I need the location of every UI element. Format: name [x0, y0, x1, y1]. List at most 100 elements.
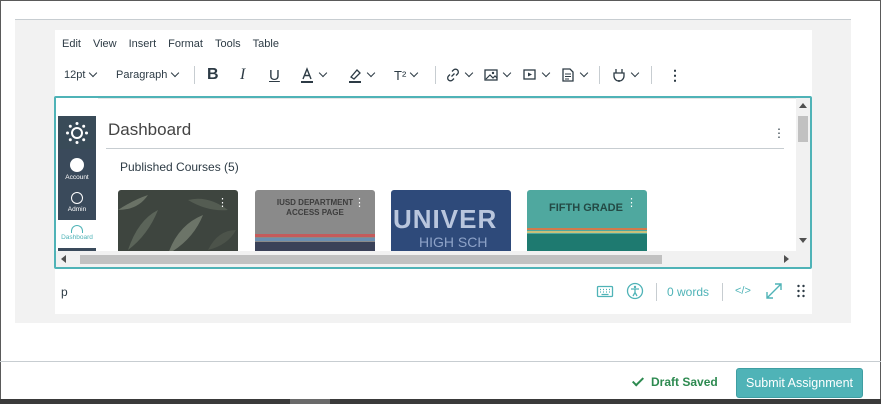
vertical-scroll-thumb[interactable] — [798, 116, 808, 142]
keyboard-icon — [596, 285, 614, 298]
accessibility-icon — [626, 282, 644, 300]
menu-edit[interactable]: Edit — [62, 37, 81, 53]
html-editor-toggle[interactable]: </> — [735, 285, 751, 297]
embedded-dashboard-title: Dashboard — [108, 120, 192, 139]
embedded-dashboard-kebab-icon: ⋮ — [773, 126, 785, 140]
card-stripe — [255, 238, 375, 241]
account-icon — [70, 158, 84, 172]
underline-button[interactable]: U — [269, 63, 280, 87]
font-size-value: 12pt — [64, 69, 86, 81]
bottom-scroll-thumb[interactable] — [290, 399, 330, 404]
chevron-down-icon — [579, 68, 589, 78]
italic-icon: I — [240, 66, 246, 83]
scroll-left-arrow-icon[interactable] — [61, 255, 66, 263]
text-color-button[interactable] — [299, 63, 328, 87]
draft-saved-label: Draft Saved — [651, 375, 718, 389]
card-kebab-icon: ⋮ — [217, 197, 228, 209]
footer-divider — [0, 361, 881, 362]
embedded-nav-account-label: Account — [65, 174, 89, 181]
highlight-icon — [349, 69, 361, 83]
embedded-course-card: ⋮ — [118, 190, 238, 251]
toolbar-separator — [435, 66, 436, 84]
menu-tools[interactable]: Tools — [215, 37, 241, 53]
embedded-nav-admin: Admin — [58, 189, 96, 219]
editor-menubar: Edit View Insert Format Tools Table — [62, 37, 291, 53]
bold-button[interactable]: B — [207, 63, 219, 87]
card-stripe — [527, 228, 647, 230]
embedded-published-courses-heading: Published Courses (5) — [120, 160, 239, 174]
status-separator — [722, 283, 723, 301]
card-stripe — [527, 234, 647, 251]
horizontal-scrollbar[interactable] — [56, 251, 810, 267]
chevron-down-icon — [464, 68, 474, 78]
element-path[interactable]: p — [61, 285, 68, 299]
horizontal-scroll-thumb[interactable] — [80, 255, 662, 264]
word-count[interactable]: 0 words — [667, 285, 709, 299]
embedded-course-card: FIFTH GRADE ⋮ — [527, 190, 647, 251]
resize-handle[interactable] — [796, 283, 806, 306]
chevron-down-icon — [318, 68, 328, 78]
admin-shield-icon — [71, 192, 83, 204]
media-button[interactable] — [522, 63, 551, 87]
check-icon — [631, 373, 645, 387]
card-stripe — [527, 231, 647, 233]
chevron-down-icon — [171, 68, 180, 78]
highlight-button[interactable] — [347, 63, 376, 87]
text-color-icon — [301, 67, 313, 83]
menu-format[interactable]: Format — [168, 37, 203, 53]
chevron-down-icon — [89, 68, 98, 78]
link-button[interactable] — [445, 63, 474, 87]
draft-saved-status: Draft Saved — [631, 373, 718, 389]
apps-icon — [613, 69, 625, 82]
font-size-dropdown[interactable]: 12pt — [64, 63, 98, 87]
more-icon: ⋮ — [668, 66, 682, 83]
card-kebab-icon: ⋮ — [626, 197, 637, 209]
scroll-right-arrow-icon[interactable] — [784, 255, 789, 263]
italic-button[interactable]: I — [240, 63, 245, 87]
content-top-rule — [98, 98, 798, 99]
embedded-nav-account: Account — [58, 156, 96, 186]
media-icon — [523, 69, 536, 80]
superscript-button[interactable]: T² — [394, 63, 419, 87]
embedded-course-card: IUSD DEPARTMENT ACCESS PAGE ⋮ — [255, 190, 375, 251]
resize-handle-icon — [797, 284, 805, 298]
link-icon — [447, 68, 459, 82]
keyboard-shortcuts-button[interactable] — [596, 282, 614, 305]
document-button[interactable] — [560, 63, 589, 87]
block-format-dropdown[interactable]: Paragraph — [116, 63, 180, 87]
embedded-nav-dashboard-label: Dashboard — [61, 234, 93, 241]
card-stripe — [255, 242, 375, 251]
menu-insert[interactable]: Insert — [129, 37, 157, 53]
chevron-down-icon — [630, 68, 640, 78]
block-format-value: Paragraph — [116, 69, 168, 81]
embedded-nav-dashboard: Dashboard — [58, 220, 96, 248]
canvas-logo-icon — [66, 121, 88, 144]
accessibility-checker-button[interactable] — [626, 282, 644, 305]
embedded-global-nav: Account Admin Dashboard — [58, 116, 96, 251]
image-icon — [484, 69, 498, 81]
apps-button[interactable] — [611, 63, 640, 87]
menu-table[interactable]: Table — [253, 37, 279, 53]
submit-assignment-button[interactable]: Submit Assignment — [736, 368, 863, 398]
toolbar-separator — [194, 66, 195, 84]
embedded-nav-admin-label: Admin — [67, 206, 87, 213]
menu-view[interactable]: View — [93, 37, 117, 53]
image-button[interactable] — [483, 63, 512, 87]
canvas-logo — [58, 116, 96, 149]
toolbar-separator — [651, 66, 652, 84]
vertical-scrollbar[interactable] — [796, 98, 810, 251]
superscript-icon: T² — [394, 67, 407, 83]
document-icon — [562, 68, 574, 82]
embedded-dashboard-screenshot: Account Admin Dashboard Dashboard ⋮ Publ… — [58, 114, 796, 251]
card-kebab-icon: ⋮ — [354, 197, 365, 209]
fullscreen-button[interactable] — [765, 282, 783, 305]
card-title: UNIVER — [393, 204, 498, 234]
underline-icon: U — [269, 66, 280, 84]
bold-icon: B — [207, 66, 219, 83]
editor-content-area[interactable]: Account Admin Dashboard Dashboard ⋮ Publ… — [54, 96, 812, 269]
card-subtitle: HIGH SCH — [419, 234, 488, 250]
more-button[interactable]: ⋮ — [668, 63, 682, 87]
embedded-course-card: UNIVER HIGH SCH — [391, 190, 511, 251]
scroll-down-arrow-icon[interactable] — [799, 238, 807, 243]
scroll-up-arrow-icon[interactable] — [799, 103, 807, 108]
